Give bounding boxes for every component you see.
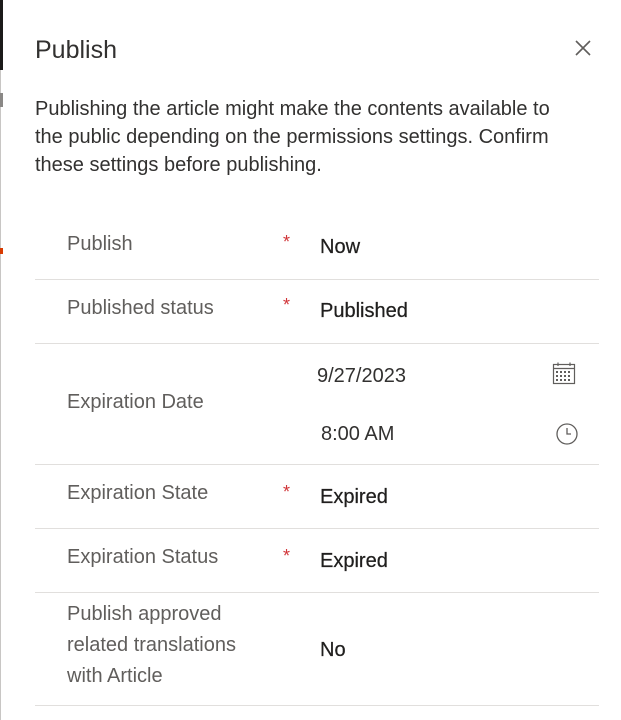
field-row-publish-translations: Publish approved related translations wi…: [35, 593, 599, 706]
clock-icon: [556, 423, 578, 445]
dialog-title: Publish: [35, 36, 117, 64]
publish-form: Publish * Now Published status * Publish…: [35, 215, 599, 706]
field-label: Expiration Date: [67, 391, 204, 413]
published-status-value[interactable]: Published: [320, 300, 408, 323]
time-picker-button[interactable]: [555, 422, 579, 446]
close-button[interactable]: [569, 34, 597, 62]
required-indicator: *: [283, 295, 291, 315]
required-indicator: *: [283, 232, 291, 252]
field-row-published-status: Published status * Published: [35, 280, 599, 344]
backdrop-edge: [0, 70, 1, 720]
calendar-icon: [552, 362, 576, 385]
publish-dialog: Publish Publishing the article might mak…: [3, 0, 621, 720]
field-label: Published status: [67, 297, 214, 319]
field-label: Publish approved related translations wi…: [67, 603, 236, 687]
expiration-state-value[interactable]: Expired: [320, 486, 388, 509]
dialog-description: Publishing the article might make the co…: [35, 98, 550, 176]
field-row-publish: Publish * Now: [35, 215, 599, 280]
field-label: Publish: [67, 233, 133, 255]
publish-value[interactable]: Now: [320, 236, 360, 259]
field-label: Expiration State: [67, 482, 209, 504]
expiration-time-input[interactable]: 8:00 AM: [321, 423, 394, 446]
expiration-status-value[interactable]: Expired: [320, 550, 388, 573]
expiration-date-input[interactable]: 9/27/2023: [317, 365, 406, 388]
calendar-button[interactable]: [551, 361, 577, 387]
field-row-expiration-state: Expiration State * Expired: [35, 465, 599, 529]
field-row-expiration-status: Expiration Status * Expired: [35, 529, 599, 593]
publish-translations-value[interactable]: No: [320, 639, 346, 662]
close-icon: [575, 40, 591, 56]
required-indicator: *: [283, 546, 291, 566]
field-row-expiration-date: Expiration Date 9/27/2023 8:00 AM: [35, 344, 599, 465]
field-label: Expiration Status: [67, 546, 219, 568]
required-indicator: *: [283, 482, 291, 502]
